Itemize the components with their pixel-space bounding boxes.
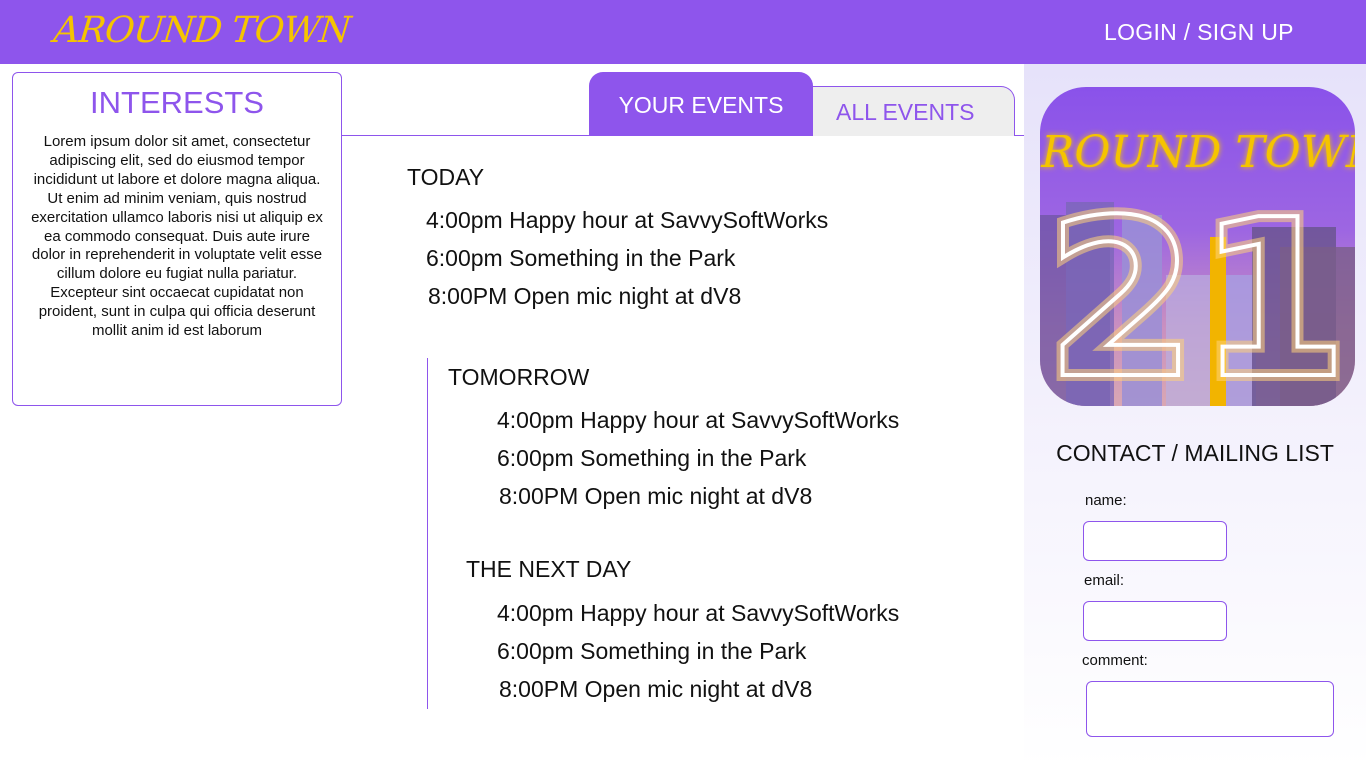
interests-body: Lorem ipsum dolor sit amet, consectetur … <box>31 133 323 340</box>
logo-number: 21 <box>1045 174 1348 406</box>
day-heading-next-day: THE NEXT DAY <box>466 556 632 582</box>
interests-panel: INTERESTS Lorem ipsum dolor sit amet, co… <box>12 72 342 406</box>
site-logo[interactable]: AROUND TOWN <box>52 10 352 51</box>
event-item[interactable]: 4:00pm Happy hour at SavvySoftWorks <box>497 600 899 627</box>
timeline-divider <box>427 358 428 709</box>
tab-all-events[interactable]: ALL EVENTS <box>812 86 1015 136</box>
event-item[interactable]: 6:00pm Something in the Park <box>497 638 806 665</box>
name-field[interactable] <box>1083 521 1227 561</box>
top-bar: AROUND TOWN LOGIN / SIGN UP <box>0 0 1366 64</box>
logo-brand-text: AROUND TOWN <box>1040 127 1355 178</box>
event-item[interactable]: 4:00pm Happy hour at SavvySoftWorks <box>497 407 899 434</box>
contact-sidebar: AROUND TOWN 21 21 CONTACT / MAILING LIST… <box>1024 64 1366 768</box>
event-item[interactable]: 8:00PM Open mic night at dV8 <box>499 483 812 510</box>
event-item[interactable]: 4:00pm Happy hour at SavvySoftWorks <box>426 207 828 234</box>
app-logo-image: AROUND TOWN 21 21 <box>1040 87 1355 406</box>
day-heading-tomorrow: TOMORROW <box>448 364 590 390</box>
email-field[interactable] <box>1083 601 1227 641</box>
comment-field[interactable] <box>1086 681 1334 737</box>
name-label: name: <box>1085 492 1127 509</box>
event-item[interactable]: 8:00PM Open mic night at dV8 <box>499 676 812 703</box>
email-label: email: <box>1084 572 1125 589</box>
day-heading-today: TODAY <box>407 164 485 190</box>
comment-label: comment: <box>1082 652 1148 669</box>
interests-title: INTERESTS <box>90 85 264 120</box>
event-item[interactable]: 6:00pm Something in the Park <box>497 445 806 472</box>
event-item[interactable]: 8:00PM Open mic night at dV8 <box>428 283 741 310</box>
tab-your-events[interactable]: YOUR EVENTS <box>589 72 813 136</box>
login-signup-link[interactable]: LOGIN / SIGN UP <box>1104 19 1294 46</box>
contact-title: CONTACT / MAILING LIST <box>1056 440 1334 466</box>
event-item[interactable]: 6:00pm Something in the Park <box>426 245 735 272</box>
